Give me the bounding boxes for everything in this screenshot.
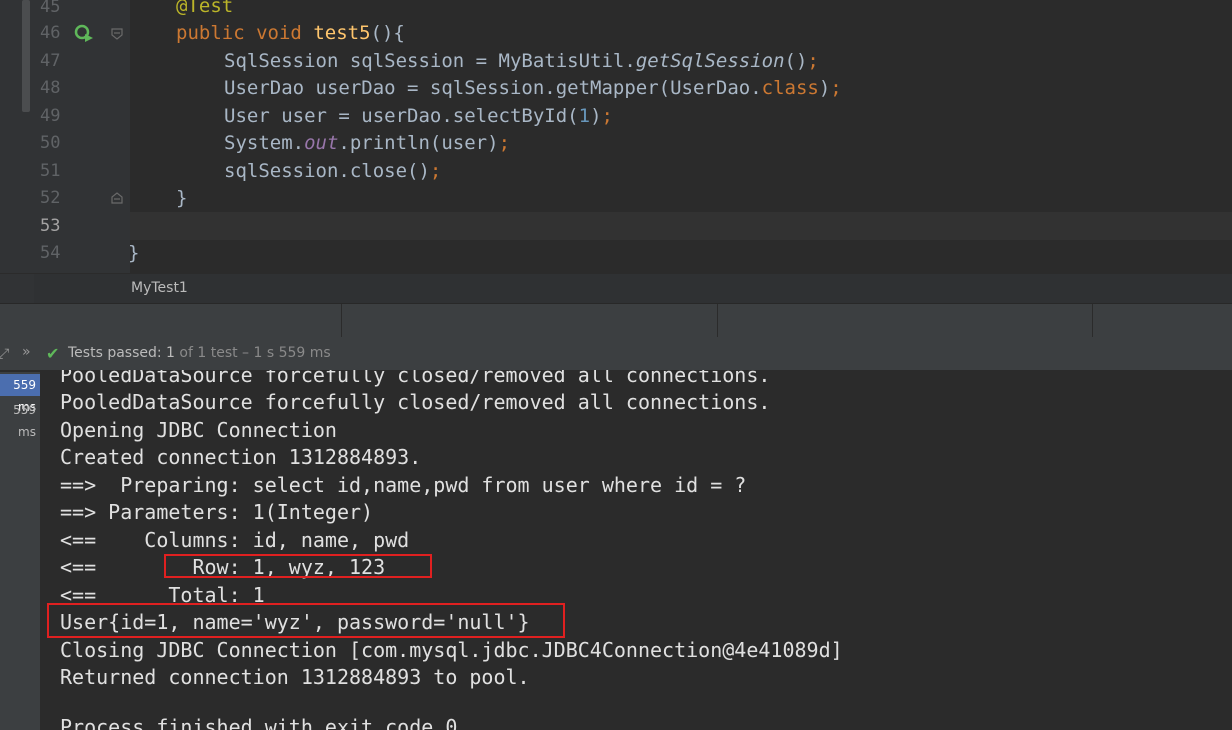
code-annotation: @Test [176,0,234,17]
code-line-52: } [176,187,188,209]
line-number: 46 [40,23,61,43]
line-number: 48 [40,78,61,98]
console-line: Returned connection 1312884893 to pool. [60,665,530,689]
expand-icon[interactable]: ⤢ [0,346,9,362]
code-line-50: System.out.println(user); [224,132,511,154]
header-divider [1092,304,1093,338]
code-line-46: public void test5(){ [176,22,405,44]
test-tree-row[interactable]: 559 ms [0,374,40,414]
console-line: Closing JDBC Connection [com.mysql.jdbc.… [60,638,843,662]
console-line: Process finished with exit code 0 [60,715,458,730]
line-number: 51 [40,161,61,181]
test-tree-row[interactable]: 559 ms [0,399,40,439]
console-line: <== Columns: id, name, pwd [60,528,410,552]
fold-icon[interactable] [110,191,124,205]
current-line-highlight [130,212,1232,240]
code-line-48: UserDao userDao = sqlSession.getMapper(U… [224,77,842,99]
header-divider [341,304,342,338]
run-test-icon[interactable] [74,23,94,43]
header-divider [717,304,718,338]
line-number: 52 [40,188,61,208]
test-results-toolbar: ⤢ » ✔ Tests passed: 1 of 1 test – 1 s 55… [0,337,1232,370]
console-line: PooledDataSource forcefully closed/remov… [60,390,771,414]
tests-status: Tests passed: 1 of 1 test – 1 s 559 ms [68,345,331,361]
code-line-47: SqlSession sqlSession = MyBatisUtil.getS… [224,50,819,72]
code-line-54: } [128,242,140,264]
line-number: 45 [40,0,61,17]
chevron-icon[interactable]: » [22,344,31,360]
breadcrumb[interactable]: MyTest1 [131,280,188,296]
code-line-51: sqlSession.close(); [224,160,442,182]
code-line-49: User user = userDao.selectById(1); [224,105,613,127]
tool-window-header[interactable] [0,303,1232,338]
console-line: ==> Preparing: select id,name,pwd from u… [60,473,759,497]
gutter-scrollbar[interactable] [22,0,30,112]
editor-gutter[interactable]: 45 46 47 48 49 50 51 52 53 54 [0,0,130,273]
console-line: PooledDataSource forcefully closed/remov… [60,370,771,387]
check-icon: ✔ [46,344,60,363]
code-editor[interactable]: 45 46 47 48 49 50 51 52 53 54 @Test publ… [0,0,1232,273]
highlight-box-user [47,603,565,638]
fold-icon[interactable] [110,27,124,41]
line-number: 53 [40,216,61,236]
highlight-box-row [164,554,432,578]
console-output[interactable]: PooledDataSource forcefully closed/remov… [41,370,1232,730]
gutter-strip [0,274,34,304]
line-number: 50 [40,133,61,153]
breadcrumb-bar: MyTest1 [0,273,1232,304]
line-number: 54 [40,243,61,263]
console-line: ==> Parameters: 1(Integer) [60,500,374,524]
console-line: Created connection 1312884893. [60,445,422,469]
console-line: Opening JDBC Connection [60,418,337,442]
test-tree[interactable]: 559 ms 559 ms [0,372,40,730]
line-number: 47 [40,51,61,71]
line-number: 49 [40,106,61,126]
